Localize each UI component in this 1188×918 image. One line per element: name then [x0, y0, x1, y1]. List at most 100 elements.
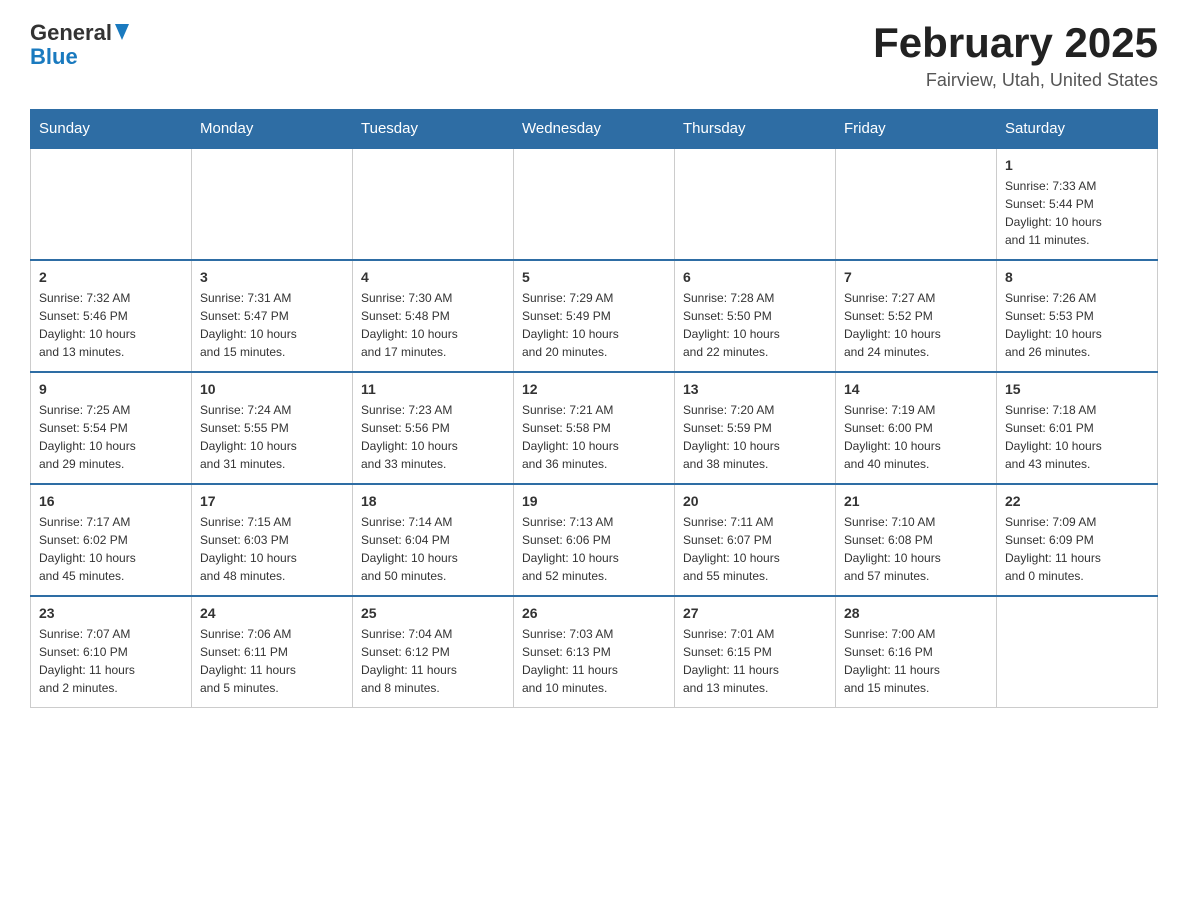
day-number: 12 [522, 381, 666, 397]
col-wednesday: Wednesday [514, 110, 675, 149]
calendar-cell: 4 Sunrise: 7:30 AMSunset: 5:48 PMDaylight… [353, 260, 514, 372]
day-number: 4 [361, 269, 505, 285]
col-tuesday: Tuesday [353, 110, 514, 149]
calendar-cell: 7 Sunrise: 7:27 AMSunset: 5:52 PMDaylight… [836, 260, 997, 372]
day-info: Sunrise: 7:19 AMSunset: 6:00 PMDaylight:… [844, 401, 988, 473]
day-number: 14 [844, 381, 988, 397]
calendar-cell [192, 148, 353, 260]
day-info: Sunrise: 7:33 AMSunset: 5:44 PMDaylight:… [1005, 177, 1149, 249]
month-title: February 2025 [873, 20, 1158, 66]
calendar-cell: 19 Sunrise: 7:13 AMSunset: 6:06 PMDayligh… [514, 484, 675, 596]
calendar-cell: 2 Sunrise: 7:32 AMSunset: 5:46 PMDaylight… [31, 260, 192, 372]
calendar-cell: 16 Sunrise: 7:17 AMSunset: 6:02 PMDayligh… [31, 484, 192, 596]
day-number: 19 [522, 493, 666, 509]
calendar-week-row: 9Sunrise: 7:25 AMSunset: 5:54 PMDaylight… [31, 372, 1158, 484]
day-info: Sunrise: 7:28 AMSunset: 5:50 PMDaylight:… [683, 289, 827, 361]
day-number: 8 [1005, 269, 1149, 285]
calendar-cell: 15Sunrise: 7:18 AMSunset: 6:01 PMDayligh… [997, 372, 1158, 484]
day-number: 1 [1005, 157, 1149, 173]
calendar-cell: 21 Sunrise: 7:10 AMSunset: 6:08 PMDayligh… [836, 484, 997, 596]
calendar-cell: 8 Sunrise: 7:26 AMSunset: 5:53 PMDaylight… [997, 260, 1158, 372]
calendar-header-row: Sunday Monday Tuesday Wednesday Thursday… [31, 110, 1158, 149]
calendar-week-row: 16 Sunrise: 7:17 AMSunset: 6:02 PMDayligh… [31, 484, 1158, 596]
calendar-week-row: 23 Sunrise: 7:07 AMSunset: 6:10 PMDayligh… [31, 596, 1158, 708]
day-number: 26 [522, 605, 666, 621]
day-number: 16 [39, 493, 183, 509]
day-number: 28 [844, 605, 988, 621]
day-info: Sunrise: 7:29 AMSunset: 5:49 PMDaylight:… [522, 289, 666, 361]
calendar-cell [675, 148, 836, 260]
col-monday: Monday [192, 110, 353, 149]
day-number: 18 [361, 493, 505, 509]
day-number: 10 [200, 381, 344, 397]
calendar-cell [31, 148, 192, 260]
calendar-cell: 23 Sunrise: 7:07 AMSunset: 6:10 PMDayligh… [31, 596, 192, 708]
calendar-cell: 27 Sunrise: 7:01 AMSunset: 6:15 PMDayligh… [675, 596, 836, 708]
title-section: February 2025 Fairview, Utah, United Sta… [873, 20, 1158, 91]
location: Fairview, Utah, United States [873, 70, 1158, 91]
calendar-table: Sunday Monday Tuesday Wednesday Thursday… [30, 109, 1158, 708]
day-info: Sunrise: 7:10 AMSunset: 6:08 PMDaylight:… [844, 513, 988, 585]
calendar-cell: 14 Sunrise: 7:19 AMSunset: 6:00 PMDayligh… [836, 372, 997, 484]
calendar-cell: 9Sunrise: 7:25 AMSunset: 5:54 PMDaylight… [31, 372, 192, 484]
day-info: Sunrise: 7:31 AMSunset: 5:47 PMDaylight:… [200, 289, 344, 361]
day-number: 17 [200, 493, 344, 509]
col-saturday: Saturday [997, 110, 1158, 149]
col-thursday: Thursday [675, 110, 836, 149]
day-info: Sunrise: 7:25 AMSunset: 5:54 PMDaylight:… [39, 401, 183, 473]
day-info: Sunrise: 7:14 AMSunset: 6:04 PMDaylight:… [361, 513, 505, 585]
day-info: Sunrise: 7:01 AMSunset: 6:15 PMDaylight:… [683, 625, 827, 697]
day-info: Sunrise: 7:11 AMSunset: 6:07 PMDaylight:… [683, 513, 827, 585]
day-number: 21 [844, 493, 988, 509]
day-info: Sunrise: 7:07 AMSunset: 6:10 PMDaylight:… [39, 625, 183, 697]
logo: General Blue [30, 20, 129, 70]
logo-triangle-icon [115, 20, 129, 46]
day-number: 2 [39, 269, 183, 285]
calendar-cell [514, 148, 675, 260]
day-number: 22 [1005, 493, 1149, 509]
day-info: Sunrise: 7:24 AMSunset: 5:55 PMDaylight:… [200, 401, 344, 473]
page-header: General Blue February 2025 Fairview, Uta… [30, 20, 1158, 91]
day-info: Sunrise: 7:30 AMSunset: 5:48 PMDaylight:… [361, 289, 505, 361]
calendar-cell: 20 Sunrise: 7:11 AMSunset: 6:07 PMDayligh… [675, 484, 836, 596]
day-number: 23 [39, 605, 183, 621]
day-number: 11 [361, 381, 505, 397]
calendar-week-row: 1 Sunrise: 7:33 AMSunset: 5:44 PMDaylight… [31, 148, 1158, 260]
calendar-cell: 6 Sunrise: 7:28 AMSunset: 5:50 PMDaylight… [675, 260, 836, 372]
day-info: Sunrise: 7:06 AMSunset: 6:11 PMDaylight:… [200, 625, 344, 697]
calendar-cell: 28 Sunrise: 7:00 AMSunset: 6:16 PMDayligh… [836, 596, 997, 708]
calendar-cell: 25Sunrise: 7:04 AMSunset: 6:12 PMDayligh… [353, 596, 514, 708]
calendar-cell: 18 Sunrise: 7:14 AMSunset: 6:04 PMDayligh… [353, 484, 514, 596]
logo-general: General [30, 20, 129, 46]
day-number: 15 [1005, 381, 1149, 397]
calendar-cell: 24 Sunrise: 7:06 AMSunset: 6:11 PMDayligh… [192, 596, 353, 708]
calendar-cell: 11Sunrise: 7:23 AMSunset: 5:56 PMDayligh… [353, 372, 514, 484]
day-number: 25 [361, 605, 505, 621]
day-number: 3 [200, 269, 344, 285]
day-info: Sunrise: 7:00 AMSunset: 6:16 PMDaylight:… [844, 625, 988, 697]
calendar-cell [836, 148, 997, 260]
day-info: Sunrise: 7:27 AMSunset: 5:52 PMDaylight:… [844, 289, 988, 361]
calendar-week-row: 2 Sunrise: 7:32 AMSunset: 5:46 PMDaylight… [31, 260, 1158, 372]
day-info: Sunrise: 7:03 AMSunset: 6:13 PMDaylight:… [522, 625, 666, 697]
calendar-cell: 22Sunrise: 7:09 AMSunset: 6:09 PMDayligh… [997, 484, 1158, 596]
col-friday: Friday [836, 110, 997, 149]
col-sunday: Sunday [31, 110, 192, 149]
calendar-cell: 10 Sunrise: 7:24 AMSunset: 5:55 PMDayligh… [192, 372, 353, 484]
day-info: Sunrise: 7:26 AMSunset: 5:53 PMDaylight:… [1005, 289, 1149, 361]
calendar-cell: 12Sunrise: 7:21 AMSunset: 5:58 PMDayligh… [514, 372, 675, 484]
calendar-cell [997, 596, 1158, 708]
day-info: Sunrise: 7:20 AMSunset: 5:59 PMDaylight:… [683, 401, 827, 473]
day-info: Sunrise: 7:17 AMSunset: 6:02 PMDaylight:… [39, 513, 183, 585]
day-number: 7 [844, 269, 988, 285]
day-number: 5 [522, 269, 666, 285]
day-info: Sunrise: 7:13 AMSunset: 6:06 PMDaylight:… [522, 513, 666, 585]
day-number: 20 [683, 493, 827, 509]
calendar-cell: 26 Sunrise: 7:03 AMSunset: 6:13 PMDayligh… [514, 596, 675, 708]
day-number: 6 [683, 269, 827, 285]
day-info: Sunrise: 7:32 AMSunset: 5:46 PMDaylight:… [39, 289, 183, 361]
day-number: 27 [683, 605, 827, 621]
calendar-cell [353, 148, 514, 260]
day-number: 24 [200, 605, 344, 621]
calendar-cell: 1 Sunrise: 7:33 AMSunset: 5:44 PMDaylight… [997, 148, 1158, 260]
